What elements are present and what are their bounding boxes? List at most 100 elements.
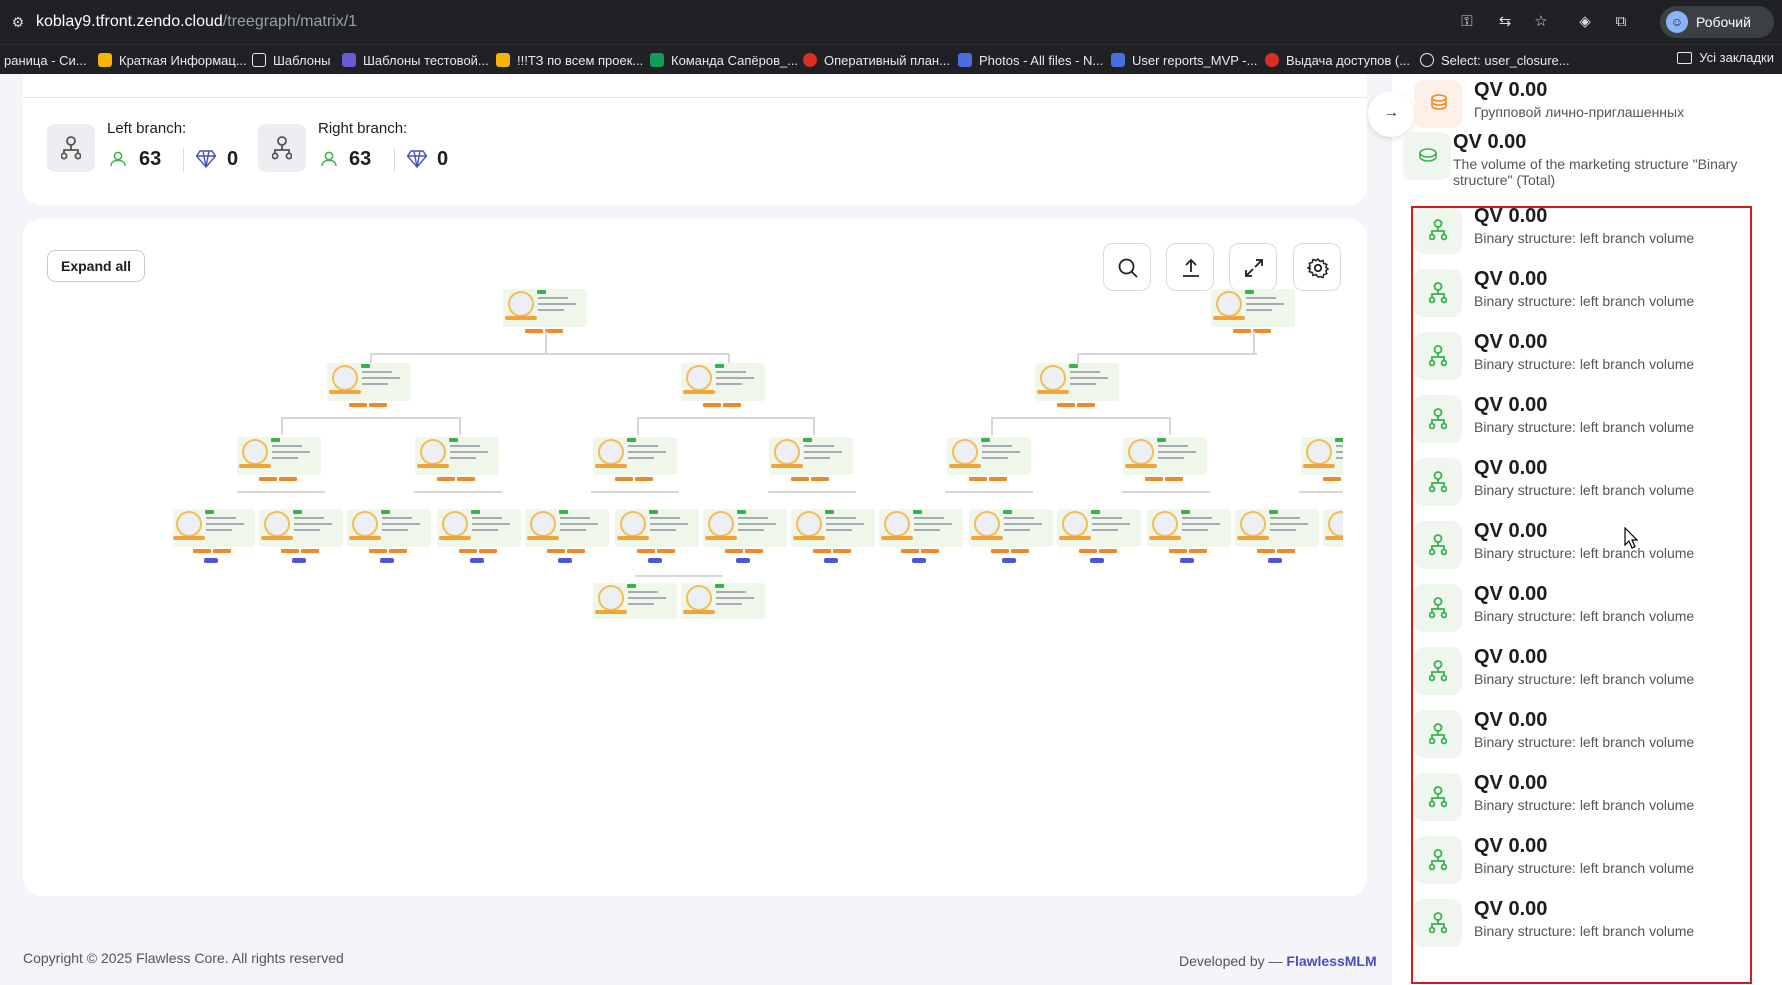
tree-node[interactable] — [1235, 509, 1319, 563]
node-text-line — [1182, 517, 1212, 519]
tree-node[interactable] — [327, 363, 411, 407]
node-text-line — [804, 457, 830, 459]
node-text-line — [1004, 529, 1030, 531]
tree-node[interactable] — [415, 437, 499, 481]
avatar — [332, 365, 358, 391]
site-info-icon[interactable]: ⚙ — [8, 12, 28, 32]
extension-icon[interactable]: ◈ — [1574, 11, 1596, 33]
bookmark-item[interactable]: User reports_MVP -... — [1111, 50, 1257, 70]
count-badge — [470, 558, 484, 563]
address-bar[interactable]: koblay9.tfront.zendo.cloud/treegraph/mat… — [36, 12, 357, 32]
tree-node[interactable] — [969, 509, 1053, 563]
bookmark-item[interactable]: !!!ТЗ по всем проек... — [496, 50, 643, 70]
search-button[interactable] — [1103, 243, 1151, 291]
tree-node[interactable] — [1301, 437, 1343, 481]
drive-icon — [496, 53, 510, 67]
tree-node[interactable] — [947, 437, 1031, 481]
count-badge — [648, 558, 662, 563]
status-badge — [649, 510, 658, 514]
tree-edge — [768, 491, 856, 493]
node-text-line — [206, 517, 236, 519]
status-badge — [1069, 364, 1078, 368]
bookmark-item[interactable]: Photos - All files - N... — [958, 50, 1103, 70]
tree-node[interactable] — [681, 583, 765, 619]
volume-badge — [1257, 549, 1275, 553]
export-button[interactable] — [1166, 243, 1214, 291]
sheets-icon — [650, 53, 664, 67]
bookmark-item[interactable]: Выдача доступов (... — [1265, 50, 1410, 70]
tree-node[interactable] — [437, 509, 521, 563]
tree-node[interactable] — [681, 363, 765, 407]
tree-node[interactable] — [1123, 437, 1207, 481]
volume-badge — [1165, 477, 1183, 481]
bookmark-label: Выдача доступов (... — [1286, 52, 1411, 68]
status-badge — [825, 510, 834, 514]
tree-node[interactable] — [1147, 509, 1231, 563]
node-text-line — [1336, 445, 1343, 447]
tree-graph-canvas[interactable] — [173, 289, 1343, 619]
tree-node[interactable] — [791, 509, 875, 563]
fullscreen-button[interactable] — [1229, 243, 1277, 291]
tree-node[interactable] — [879, 509, 963, 563]
bookmark-item[interactable]: Шаблоны тестовой... — [342, 50, 489, 70]
tree-node[interactable] — [615, 509, 699, 563]
tree-node[interactable] — [1323, 509, 1343, 547]
volume-badge — [457, 477, 475, 481]
bookmark-item[interactable]: Команда Сапёров_... — [650, 50, 798, 70]
status-badge — [471, 510, 480, 514]
avatar — [1328, 511, 1343, 537]
node-text-line — [1070, 383, 1096, 385]
bookmark-item[interactable]: Оперативный план... — [803, 50, 950, 70]
node-text-line — [1092, 517, 1122, 519]
bookmark-item[interactable]: Краткая Информац... — [98, 50, 247, 70]
volume-badge — [369, 403, 387, 407]
node-text-line — [382, 517, 412, 519]
folder-icon — [1677, 51, 1693, 64]
volume-badge — [1233, 329, 1251, 333]
node-text-line — [362, 383, 388, 385]
rank-ribbon — [1303, 464, 1335, 468]
tree-node[interactable] — [703, 509, 787, 563]
tree-node[interactable] — [347, 509, 431, 563]
left-branch-users: 63 — [139, 148, 162, 170]
rank-ribbon — [705, 536, 737, 540]
avatar — [598, 439, 624, 465]
profile-button[interactable]: ☺ Робочий — [1660, 6, 1774, 38]
bookmark-item[interactable]: Select: user_closure... — [1420, 50, 1570, 70]
tree-node[interactable] — [173, 509, 255, 563]
tree-node[interactable] — [769, 437, 853, 481]
translate-icon[interactable]: ⇆ — [1494, 11, 1516, 33]
tree-node[interactable] — [593, 437, 677, 481]
node-text-line — [294, 529, 320, 531]
volume-badge — [1323, 477, 1341, 481]
developer-link[interactable]: FlawlessMLM — [1286, 953, 1376, 969]
expand-all-button[interactable]: Expand all — [47, 250, 145, 282]
bookmark-item[interactable]: Шаблоны — [252, 50, 331, 70]
volume-badge — [279, 477, 297, 481]
volume-badge — [723, 403, 741, 407]
volume-item: QV 0.00 The volume of the marketing struc… — [1403, 129, 1743, 188]
bookmark-star-icon[interactable]: ☆ — [1530, 11, 1552, 33]
bookmark-item[interactable]: раница - Си... — [4, 50, 87, 70]
tree-edge — [545, 331, 547, 353]
tree-node[interactable] — [237, 437, 321, 481]
tree-node[interactable] — [1211, 289, 1295, 333]
tree-node[interactable] — [593, 583, 677, 619]
node-text-line — [294, 523, 332, 525]
tree-node[interactable] — [503, 289, 587, 333]
tree-edge — [591, 491, 679, 493]
extensions-puzzle-icon[interactable]: ⧉ — [1610, 11, 1632, 33]
rank-ribbon — [261, 536, 293, 540]
status-badge — [559, 510, 568, 514]
tree-node[interactable] — [259, 509, 343, 563]
node-text-line — [982, 451, 1020, 453]
tree-node[interactable] — [525, 509, 609, 563]
password-key-icon[interactable]: ⚿ — [1456, 11, 1478, 33]
rank-ribbon — [683, 390, 715, 394]
volume-badge — [545, 329, 563, 333]
rank-ribbon — [1037, 390, 1069, 394]
tree-node[interactable] — [1035, 363, 1119, 407]
tree-node[interactable] — [1057, 509, 1141, 563]
all-bookmarks[interactable]: Усі закладки — [1677, 50, 1774, 65]
settings-button[interactable] — [1293, 243, 1341, 291]
